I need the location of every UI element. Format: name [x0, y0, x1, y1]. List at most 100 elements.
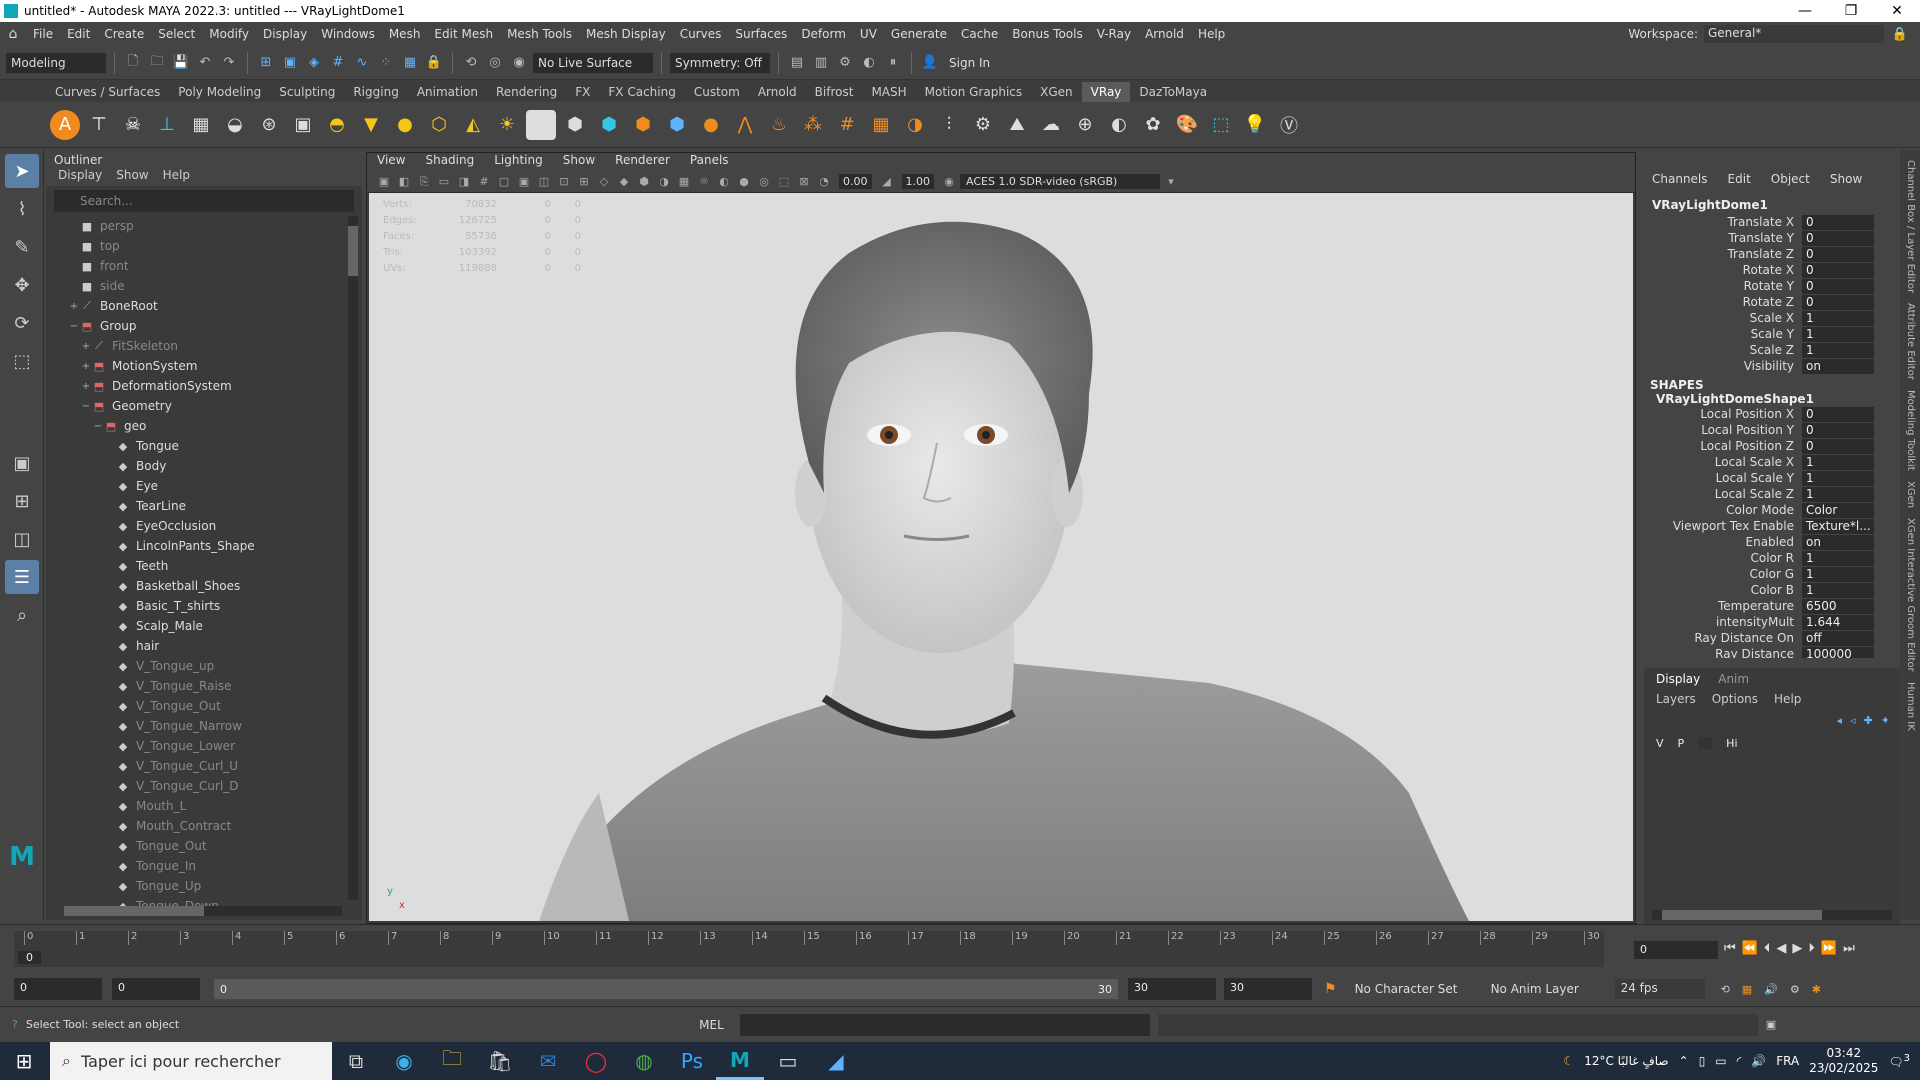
channel-value[interactable]: 0: [1802, 294, 1874, 310]
redo-icon[interactable]: ↷: [219, 53, 239, 73]
channel-value[interactable]: 0: [1802, 438, 1874, 454]
channel-value[interactable]: 0: [1802, 406, 1874, 422]
channel-row[interactable]: Enabled on: [1640, 534, 1900, 550]
scene-settings-icon[interactable]: ✱: [1812, 983, 1821, 996]
viewport-menu-renderer[interactable]: Renderer: [615, 153, 670, 171]
channel-name[interactable]: Local Scale X: [1640, 455, 1802, 469]
env-fog-icon[interactable]: ⛰: [1002, 110, 1032, 140]
auto-key-icon[interactable]: ⚑: [1324, 981, 1337, 997]
probe-icon[interactable]: ⊕: [1070, 110, 1100, 140]
vray-proxy-icon[interactable]: ▦: [186, 110, 216, 140]
layer-tab-display[interactable]: Display: [1656, 672, 1700, 686]
channel-name[interactable]: Rotate X: [1640, 263, 1802, 277]
channel-row[interactable]: Rotate Z0: [1640, 294, 1900, 310]
material-ball-icon[interactable]: ◐: [1104, 110, 1134, 140]
cube-orange-icon[interactable]: ⬢: [628, 110, 658, 140]
outliner-item[interactable]: ◆ Scalp_Male: [46, 616, 346, 636]
safe-action-icon[interactable]: ⊞: [575, 174, 593, 190]
shelf-tab[interactable]: Arnold: [749, 82, 806, 102]
outliner-item[interactable]: ◆ V_Tongue_Raise: [46, 676, 346, 696]
sphere-light-icon[interactable]: ●: [390, 110, 420, 140]
clipper-icon[interactable]: ⫶: [934, 110, 964, 140]
field-chart-icon[interactable]: ⊡: [555, 174, 573, 190]
xray-joints-icon[interactable]: ⊠: [795, 174, 813, 190]
outliner-item[interactable]: ◆ Basic_T_shirts: [46, 596, 346, 616]
shelf-tab[interactable]: Custom: [685, 82, 749, 102]
shelf-tab[interactable]: Bifrost: [806, 82, 863, 102]
outliner-item[interactable]: ◆ Basketball_Shoes: [46, 576, 346, 596]
layer-menu-options[interactable]: Options: [1712, 692, 1758, 706]
sun-light-icon[interactable]: ☀: [492, 110, 522, 140]
outliner-item[interactable]: ◆ Eye: [46, 476, 346, 496]
shelf-tab[interactable]: Motion Graphics: [916, 82, 1032, 102]
outliner-item[interactable]: ◆ TearLine: [46, 496, 346, 516]
outliner-item[interactable]: ◆ Tongue_Out: [46, 836, 346, 856]
menu-deform[interactable]: Deform: [794, 27, 853, 41]
channel-value[interactable]: 1: [1802, 470, 1874, 486]
paint-icon[interactable]: 🎨: [1172, 110, 1202, 140]
go-to-end-icon[interactable]: ⏭: [1843, 941, 1855, 956]
scroll-thumb[interactable]: [348, 226, 358, 276]
tray-chevron-icon[interactable]: ⌃: [1679, 1054, 1689, 1068]
layer-col-v[interactable]: V: [1656, 737, 1664, 750]
menu-surfaces[interactable]: Surfaces: [728, 27, 794, 41]
menu-select[interactable]: Select: [151, 27, 202, 41]
channel-name[interactable]: Local Position X: [1640, 407, 1802, 421]
expand-toggle-icon[interactable]: +: [68, 301, 80, 312]
menu-mesh-tools[interactable]: Mesh Tools: [500, 27, 579, 41]
channel-row[interactable]: Scale Y1: [1640, 326, 1900, 342]
outliner-item[interactable]: ◆ V_Tongue_Curl_U: [46, 756, 346, 776]
channel-value[interactable]: 0: [1802, 422, 1874, 438]
uv-icon[interactable]: ⬚: [1206, 110, 1236, 140]
side-tab-human-ik[interactable]: Human IK: [1900, 672, 1920, 731]
fire-icon[interactable]: ♨: [764, 110, 794, 140]
fur-icon[interactable]: ⋀: [730, 110, 760, 140]
outlook-icon[interactable]: ✉: [524, 1042, 572, 1080]
smooth-shade-icon[interactable]: ◆: [615, 174, 633, 190]
store-icon[interactable]: 🛍: [476, 1042, 524, 1080]
side-tab-xgen-groom[interactable]: XGen Interactive Groom Editor: [1900, 508, 1920, 672]
key-icon[interactable]: ▦: [1742, 983, 1752, 996]
lock-icon[interactable]: 🔒: [1890, 24, 1910, 44]
outliner-item[interactable]: ◆ hair: [46, 636, 346, 656]
outliner-item[interactable]: ◆ V_Tongue_Curl_D: [46, 776, 346, 796]
current-frame-field[interactable]: 0: [1634, 941, 1718, 959]
channel-row[interactable]: Local Position Z0: [1640, 438, 1900, 454]
undo-icon[interactable]: ↶: [195, 53, 215, 73]
outliner-item[interactable]: ■ top: [46, 236, 346, 256]
channel-row[interactable]: Translate Z0: [1640, 246, 1900, 262]
command-input[interactable]: [739, 1013, 1150, 1036]
channel-value[interactable]: on: [1802, 534, 1874, 550]
outliner-item[interactable]: ■ persp: [46, 216, 346, 236]
character-set-dropdown[interactable]: No Character Set: [1355, 982, 1475, 996]
layer-menu-layers[interactable]: Layers: [1656, 692, 1696, 706]
outliner-item[interactable]: + ⟋ BoneRoot: [46, 296, 346, 316]
cube-teal-icon[interactable]: ⬢: [594, 110, 624, 140]
step-forward-icon[interactable]: ⏵: [1808, 941, 1815, 956]
outliner-item[interactable]: ■ side: [46, 276, 346, 296]
expand-toggle-icon[interactable]: −: [80, 401, 92, 412]
render-frame-icon[interactable]: ▥: [811, 53, 831, 73]
windows-start-icon[interactable]: ⊞: [0, 1042, 48, 1080]
color-management-icon[interactable]: ◉: [940, 174, 958, 190]
open-scene-icon[interactable]: 🗀: [147, 53, 167, 73]
four-view-icon[interactable]: ⊞: [5, 484, 39, 518]
channel-value[interactable]: 0: [1802, 214, 1874, 230]
menuset-dropdown[interactable]: Modeling: [6, 52, 106, 73]
shelf-tab[interactable]: Curves / Surfaces: [46, 82, 169, 102]
channel-row[interactable]: Translate X0: [1640, 214, 1900, 230]
shelf-tab[interactable]: Rigging: [344, 82, 407, 102]
weather-text[interactable]: 12°C صافٍ غالبًا: [1584, 1054, 1668, 1068]
menu-bonus-tools[interactable]: Bonus Tools: [1005, 27, 1089, 41]
photoshop-icon[interactable]: Ps: [668, 1042, 716, 1080]
snap-grid-icon[interactable]: #: [328, 53, 348, 73]
render-view-icon[interactable]: ▤: [787, 53, 807, 73]
outliner-menu-help[interactable]: Help: [163, 168, 190, 186]
channel-value[interactable]: 1: [1802, 582, 1874, 598]
expand-toggle-icon[interactable]: −: [92, 421, 104, 432]
outliner-item[interactable]: − ⬒ Geometry: [46, 396, 346, 416]
lasso-tool-icon[interactable]: ⌇: [5, 192, 39, 226]
vray-fur-icon[interactable]: ◒: [220, 110, 250, 140]
expand-toggle-icon[interactable]: +: [80, 381, 92, 392]
task-view-icon[interactable]: ⧉: [332, 1042, 380, 1080]
